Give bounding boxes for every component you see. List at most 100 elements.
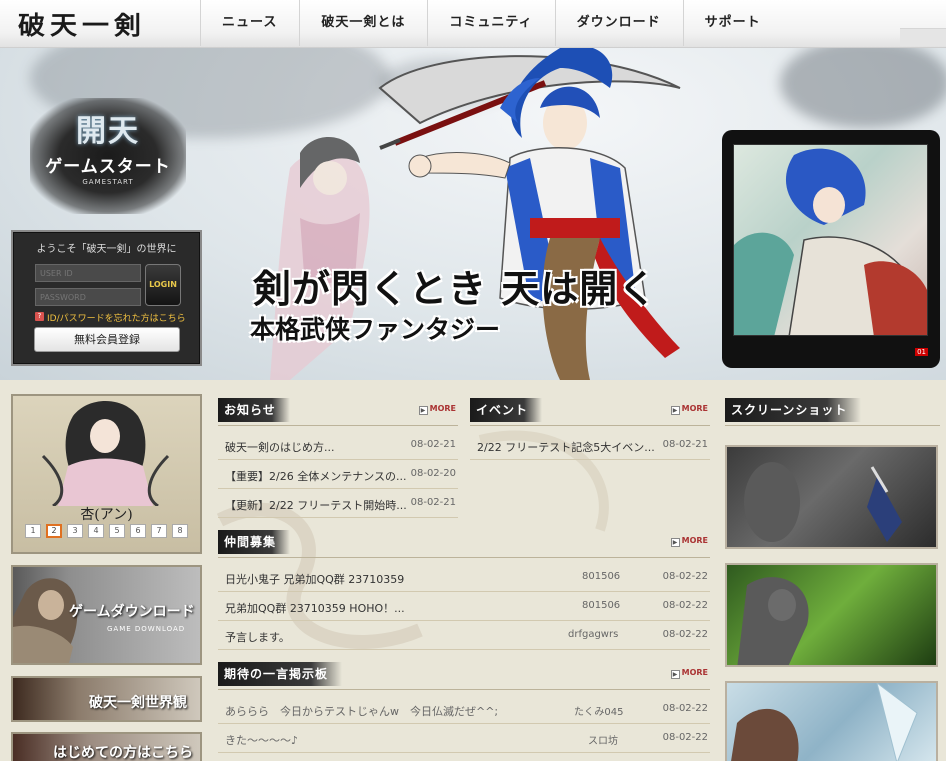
recruit-section: 仲間募集 ▶ MORE 日光小鬼子 兄弟加QQ群 23710359 801506 08…	[218, 530, 710, 660]
world-view-label: 破天一剣世界観	[89, 695, 187, 711]
board-item-text: きた～～～～♪	[225, 734, 299, 747]
thumbnail-number: 01	[915, 348, 928, 356]
divider	[725, 425, 940, 426]
game-download-banner[interactable]: ゲームダウンロード GAME DOWNLOAD	[11, 565, 202, 665]
notice-title: お知らせ	[218, 398, 290, 422]
character-page-1[interactable]: 1	[25, 524, 41, 538]
forgot-password-link[interactable]: ID/パスワードを忘れた方はこちら	[47, 311, 186, 324]
site-header: 破天一剣 ニュース 破天一剣とは コミュニティ ダウンロード サポート	[0, 0, 946, 48]
nav-news[interactable]: ニュース	[200, 0, 299, 46]
beginners-label: はじめての方はこちら	[53, 745, 193, 761]
notice-item[interactable]: 【重要】2/26 全体メンテナンスの... 08-02-20	[218, 460, 458, 489]
board-item-date: 08-02-22	[662, 732, 708, 743]
event-item-title: 2/22 フリーテスト記念5大イベン...	[477, 441, 655, 454]
beginners-banner[interactable]: はじめての方はこちら	[11, 732, 202, 761]
notice-section: お知らせ ▶ MORE 破天一剣のはじめ方... 08-02-21 【重要】2/26…	[218, 398, 458, 518]
recruit-item-title: 兄弟加QQ群 23710359 HOHO！...	[225, 602, 405, 615]
hero-banner: 開天 ゲームスタート GAMESTART ようこそ「破天一剣」の世界に LOGI…	[0, 48, 946, 380]
divider	[218, 557, 710, 558]
board-item-user: スロ坊	[588, 736, 618, 747]
arrow-right-icon: ▶	[670, 538, 680, 547]
game-start-kanji: 開天	[76, 114, 140, 149]
screenshot-section: スクリーンショット	[725, 398, 940, 761]
notice-item[interactable]: 破天一剣のはじめ方... 08-02-21	[218, 431, 458, 460]
character-showcase: 杏(アン) 1 2 3 4 5 6 7 8	[11, 394, 202, 554]
recruit-item[interactable]: 予言します。 drfgagwrs 08-02-22	[218, 621, 710, 650]
world-view-banner[interactable]: 破天一剣世界観	[11, 676, 202, 722]
register-button[interactable]: 無料会員登録	[34, 327, 180, 352]
recruit-item-date: 08-02-22	[662, 571, 708, 582]
character-page-7[interactable]: 7	[151, 524, 167, 538]
divider	[218, 689, 710, 690]
login-welcome: ようこそ「破天一剣」の世界に	[36, 244, 177, 255]
screenshot-thumbnail[interactable]	[725, 445, 938, 549]
password-input[interactable]	[35, 288, 141, 306]
character-name: 杏(アン)	[80, 507, 133, 523]
divider	[218, 425, 458, 426]
recruit-item-date: 08-02-22	[662, 600, 708, 611]
event-item-date: 08-02-21	[662, 439, 708, 450]
character-page-3[interactable]: 3	[67, 524, 83, 538]
character-pager: 1 2 3 4 5 6 7 8	[25, 524, 188, 538]
download-banner-label: ゲームダウンロード	[69, 604, 195, 620]
game-start-button[interactable]: 開天 ゲームスタート GAMESTART	[30, 98, 186, 214]
user-id-input[interactable]	[35, 264, 141, 282]
hero-thumbnail-frame[interactable]: 01	[722, 130, 940, 368]
login-panel: ようこそ「破天一剣」の世界に LOGIN ? ID/パスワードを忘れた方はこちら…	[11, 230, 202, 366]
event-more-link[interactable]: ▶ MORE	[670, 404, 708, 415]
notice-item[interactable]: 【更新】2/22 フリーテスト開始時... 08-02-21	[218, 489, 458, 518]
board-item[interactable]: きた～～～～♪ スロ坊 08-02-22	[218, 724, 710, 753]
nav-download[interactable]: ダウンロード	[554, 0, 683, 46]
hero-thumbnail-image	[733, 144, 928, 336]
more-label: MORE	[681, 404, 708, 413]
site-logo[interactable]: 破天一剣	[18, 6, 188, 43]
character-portrait	[41, 401, 170, 506]
divider	[470, 425, 710, 426]
screenshot-thumbnail[interactable]	[725, 681, 938, 761]
game-start-label: ゲームスタート	[45, 157, 171, 177]
nav-about[interactable]: 破天一剣とは	[299, 0, 427, 46]
help-icon: ?	[35, 312, 44, 321]
notice-item-date: 08-02-20	[410, 468, 456, 479]
event-section: イベント ▶ MORE 2/22 フリーテスト記念5大イベン... 08-02-21	[470, 398, 710, 518]
arrow-right-icon: ▶	[670, 670, 680, 679]
hero-subcatch: 本格武侠ファンタジー	[250, 315, 501, 344]
more-label: MORE	[429, 404, 456, 413]
download-banner-sublabel: GAME DOWNLOAD	[107, 625, 186, 633]
more-label: MORE	[681, 668, 708, 677]
ink-stroke	[780, 48, 946, 128]
board-item-user: たくみ045	[574, 707, 624, 718]
notice-item-title: 【重要】2/26 全体メンテナンスの...	[225, 470, 407, 483]
board-more-link[interactable]: ▶ MORE	[670, 668, 708, 679]
main-nav: ニュース 破天一剣とは コミュニティ ダウンロード サポート	[200, 0, 783, 46]
board-item-date: 08-02-22	[662, 703, 708, 714]
recruit-item[interactable]: 日光小鬼子 兄弟加QQ群 23710359 801506 08-02-22	[218, 563, 710, 592]
recruit-item-date: 08-02-22	[662, 629, 708, 640]
board-title: 期待の一言掲示板	[218, 662, 343, 686]
notice-item-title: 破天一剣のはじめ方...	[225, 441, 335, 454]
nav-community[interactable]: コミュニティ	[427, 0, 554, 46]
screenshot-thumbnail[interactable]	[725, 563, 938, 667]
character-page-8[interactable]: 8	[172, 524, 188, 538]
login-button[interactable]: LOGIN	[145, 264, 181, 306]
notice-item-title: 【更新】2/22 フリーテスト開始時...	[225, 499, 407, 512]
character-page-5[interactable]: 5	[109, 524, 125, 538]
nav-support[interactable]: サポート	[682, 0, 783, 46]
board-section: 期待の一言掲示板 ▶ MORE あららら 今日からテストじゃんw 今日仏滅だぜ^^…	[218, 662, 710, 761]
recruit-item-title: 予言します。	[225, 631, 290, 644]
main-content: 杏(アン) 1 2 3 4 5 6 7 8 ゲームダウンロード GAME DOW…	[0, 380, 946, 761]
arrow-right-icon: ▶	[418, 406, 428, 415]
character-page-6[interactable]: 6	[130, 524, 146, 538]
character-page-4[interactable]: 4	[88, 524, 104, 538]
character-page-2[interactable]: 2	[46, 524, 62, 538]
notice-item-date: 08-02-21	[410, 497, 456, 508]
recruit-item-user: 801506	[582, 600, 621, 611]
screenshot-title: スクリーンショット	[725, 398, 862, 422]
event-item[interactable]: 2/22 フリーテスト記念5大イベン... 08-02-21	[470, 431, 710, 460]
header-search-tab[interactable]	[900, 28, 946, 46]
arrow-right-icon: ▶	[670, 406, 680, 415]
board-item[interactable]: あららら 今日からテストじゃんw 今日仏滅だぜ^^; たくみ045 08-02-22	[218, 695, 710, 724]
recruit-item[interactable]: 兄弟加QQ群 23710359 HOHO！... 801506 08-02-22	[218, 592, 710, 621]
notice-more-link[interactable]: ▶ MORE	[418, 404, 456, 415]
recruit-more-link[interactable]: ▶ MORE	[670, 536, 708, 547]
